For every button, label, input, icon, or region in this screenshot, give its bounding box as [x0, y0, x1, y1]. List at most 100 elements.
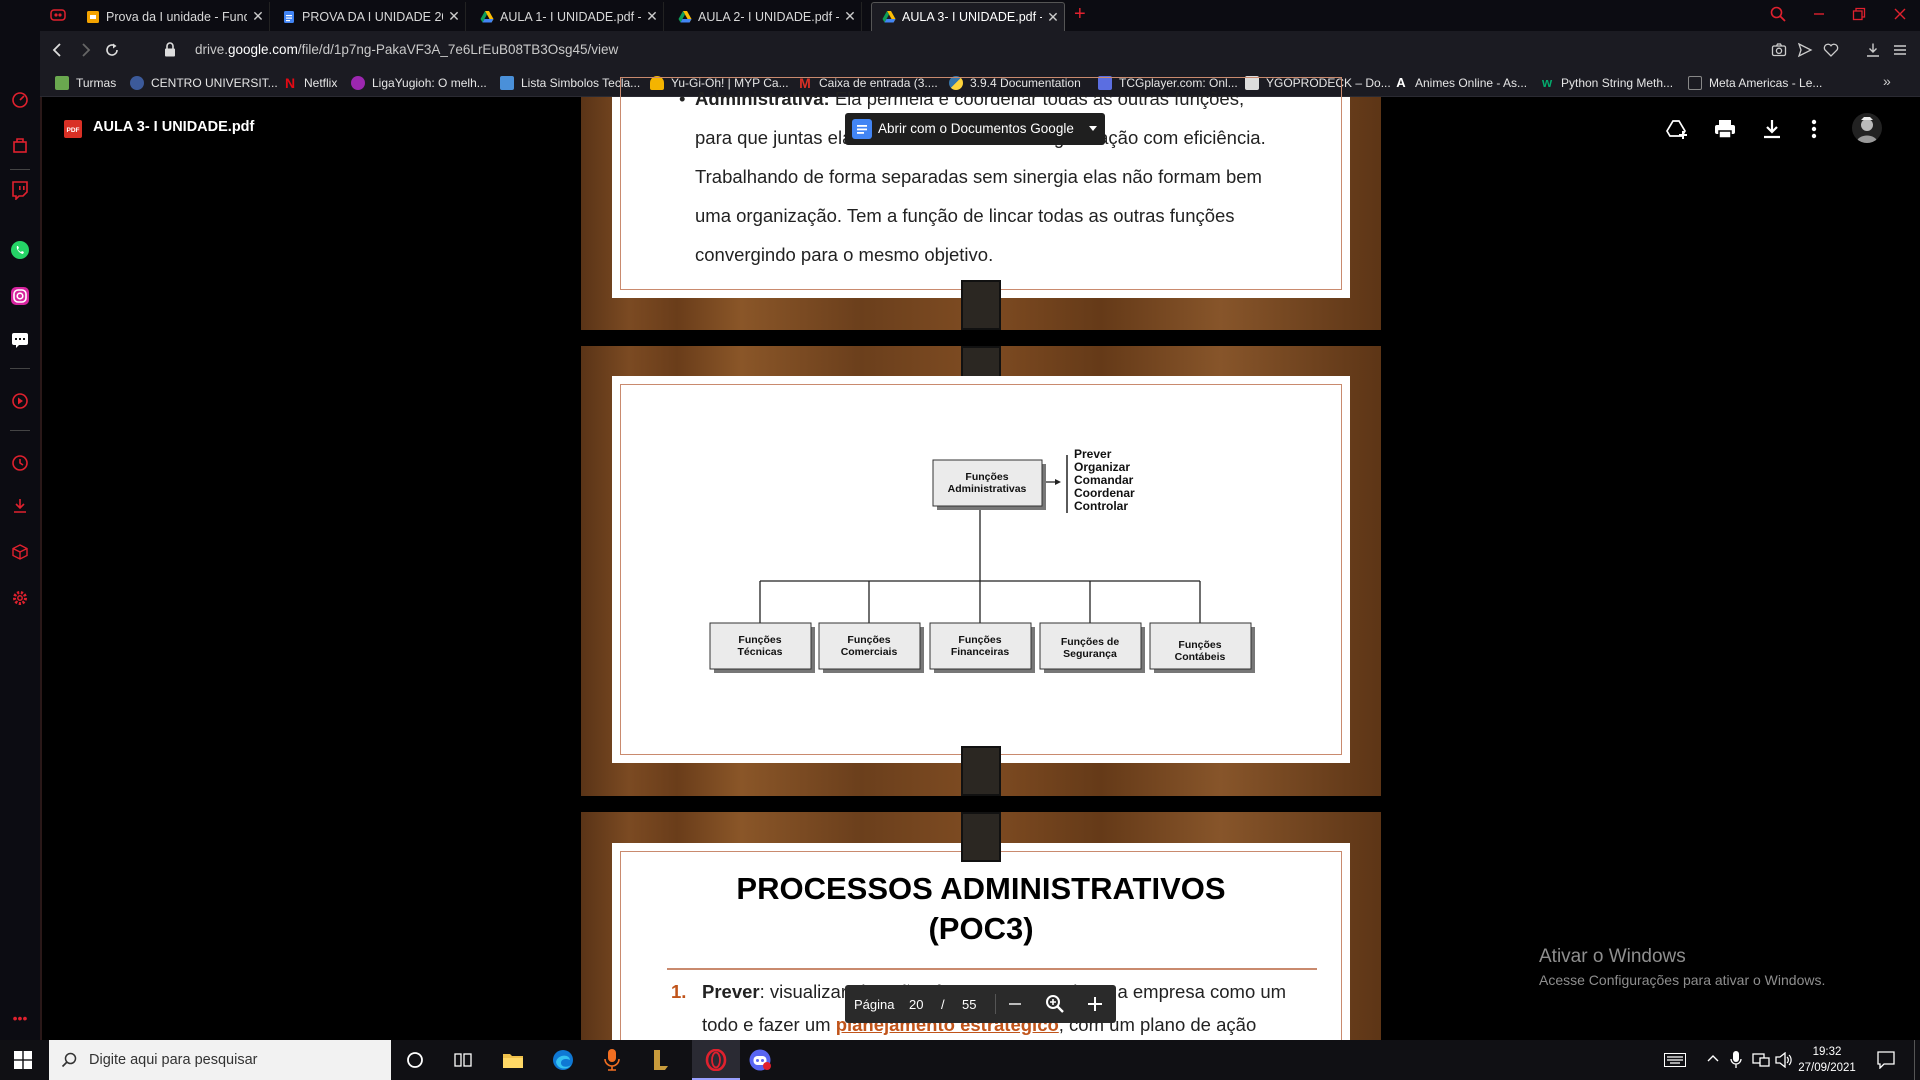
box-funcoes-seguranca: Funções de Segurança — [1039, 622, 1145, 673]
send-flow-icon[interactable] — [1797, 42, 1813, 58]
snapshot-camera-icon[interactable] — [1771, 42, 1787, 58]
avatar[interactable] — [1852, 113, 1882, 143]
bookmark-meta-americas[interactable]: Meta Americas - Le... — [1688, 74, 1822, 92]
animes-a-icon: A — [1396, 75, 1406, 90]
minimize-icon[interactable] — [1812, 7, 1826, 21]
activate-subtitle: Acesse Configurações para ativar o Windo… — [1539, 972, 1826, 988]
drive-icon — [882, 10, 896, 24]
forward-arrow-icon[interactable] — [77, 42, 93, 58]
google-docs-icon — [852, 119, 872, 139]
heart-icon[interactable] — [1823, 42, 1839, 58]
close-tab-icon[interactable]: ✕ — [443, 8, 465, 25]
more-dots-icon[interactable]: ••• — [8, 1006, 32, 1030]
close-window-icon[interactable] — [1893, 7, 1907, 21]
close-tab-icon[interactable]: ✕ — [641, 8, 663, 25]
box-funcoes-administrativas: Funções Administrativas — [932, 459, 1046, 510]
box-label: Contábeis — [1175, 651, 1226, 663]
taskbar-clock[interactable]: 19:32 27/09/2021 — [1792, 1044, 1862, 1076]
page-number-input[interactable]: 20 — [909, 997, 923, 1012]
whatsapp-icon[interactable] — [8, 238, 32, 262]
search-tabs-icon[interactable] — [1770, 6, 1786, 22]
cortana-icon[interactable] — [406, 1051, 424, 1069]
bookmark-turmas[interactable]: Turmas — [55, 74, 116, 92]
close-tab-icon[interactable]: ✕ — [247, 8, 269, 25]
back-arrow-icon[interactable] — [50, 42, 66, 58]
url-prefix: drive. — [195, 42, 229, 57]
list-item: Controlar — [1074, 499, 1128, 513]
bookmark-label: Netflix — [304, 76, 338, 90]
tab-aula-1[interactable]: AULA 1- I UNIDADE.pdf - G ✕ — [470, 2, 664, 31]
opera-taskbar-button[interactable] — [692, 1040, 740, 1080]
restore-icon[interactable] — [1852, 7, 1866, 21]
close-tab-icon[interactable]: ✕ — [1042, 9, 1064, 26]
zoom-in-icon[interactable] — [1086, 995, 1104, 1013]
chevron-up-icon[interactable] — [1707, 1053, 1719, 1065]
podcast-app-icon[interactable] — [604, 1049, 620, 1071]
discord-icon[interactable] — [748, 1049, 772, 1071]
settings-gear-icon[interactable] — [8, 586, 32, 610]
history-icon[interactable] — [8, 451, 32, 475]
print-icon[interactable] — [1714, 119, 1736, 139]
bookmark-centro[interactable]: CENTRO UNIVERSIT... — [130, 74, 278, 92]
keyboard-symbols-icon — [500, 76, 514, 90]
page-separator: / — [941, 997, 945, 1012]
easy-setup-icon[interactable] — [1892, 42, 1908, 58]
bag-icon[interactable] — [8, 133, 32, 157]
show-desktop-button[interactable] — [1914, 1040, 1920, 1080]
player-icon[interactable] — [8, 389, 32, 413]
box-label: Administrativas — [948, 483, 1027, 495]
new-tab-button[interactable]: + — [1074, 3, 1086, 26]
tab-menu-icon[interactable] — [50, 8, 66, 22]
sidebar-edge — [40, 97, 42, 1040]
downloads-icon[interactable] — [8, 494, 32, 518]
keyboard-layout-icon[interactable] — [1664, 1053, 1686, 1067]
url-field[interactable]: drive.google.com/file/d/1p7ng-PakaVF3A_7… — [195, 42, 618, 57]
tab-aula-3[interactable]: AULA 3- I UNIDADE.pdf - G ✕ — [871, 2, 1065, 31]
open-with-google-docs-button[interactable]: Abrir com o Documentos Google — [845, 113, 1105, 145]
network-icon[interactable] — [1752, 1052, 1770, 1068]
url-path: /file/d/1p7ng-PakaVF3A_7e6LrEuB08TB3Osg4… — [297, 42, 619, 57]
tab-prova-docs[interactable]: PROVA DA I UNIDADE 202 ✕ — [272, 2, 466, 31]
caret-down-icon[interactable] — [1088, 121, 1098, 135]
volume-icon[interactable] — [1775, 1052, 1793, 1068]
download-icon[interactable] — [1865, 42, 1881, 58]
twitch-icon[interactable] — [8, 178, 32, 202]
tab-aula-2[interactable]: AULA 2- I UNIDADE.pdf - G ✕ — [668, 2, 862, 31]
add-to-drive-icon[interactable] — [1666, 119, 1688, 139]
tab-prova-slides[interactable]: Prova da I unidade - Funda ✕ — [76, 2, 270, 31]
messenger-icon[interactable] — [8, 328, 32, 352]
zoom-out-icon[interactable] — [1007, 996, 1023, 1012]
clock-date: 27/09/2021 — [1798, 1062, 1856, 1074]
notification-center-icon[interactable] — [1877, 1051, 1895, 1069]
edge-browser-icon[interactable] — [552, 1049, 574, 1071]
league-launcher-icon[interactable] — [652, 1049, 670, 1071]
windows-start-icon[interactable] — [14, 1051, 32, 1069]
instagram-icon[interactable] — [8, 284, 32, 308]
box-label: Funções — [1178, 639, 1221, 651]
classroom-icon — [55, 76, 69, 90]
taskbar-search-box[interactable]: Digite aqui para pesquisar — [49, 1040, 391, 1080]
tab-title: AULA 2- I UNIDADE.pdf - G — [698, 9, 839, 24]
item-term: Prever — [702, 981, 760, 1002]
file-explorer-icon[interactable] — [502, 1050, 524, 1070]
slide-title-line-2: (POC3) — [928, 911, 1034, 946]
bookmark-animes[interactable]: A Animes Online - As... — [1394, 74, 1527, 92]
download-file-icon[interactable] — [1762, 119, 1782, 139]
lock-icon[interactable] — [164, 42, 176, 57]
reload-icon[interactable] — [104, 42, 120, 58]
activate-windows-watermark: Ativar o Windows Acesse Configurações pa… — [1539, 946, 1825, 988]
bookmark-netflix[interactable]: N Netflix — [283, 74, 337, 92]
chevron-more-icon[interactable]: » — [1883, 73, 1891, 89]
task-view-icon[interactable] — [454, 1051, 472, 1069]
zoom-magnifier-icon[interactable] — [1045, 994, 1065, 1014]
bookmark-label: Turmas — [76, 76, 117, 90]
bookmark-w3schools[interactable]: w Python String Meth... — [1540, 74, 1673, 92]
docs-blue-icon — [282, 10, 296, 24]
microphone-icon[interactable] — [1730, 1051, 1742, 1069]
bookmark-ligayugioh[interactable]: LigaYugioh: O melh... — [351, 74, 487, 92]
extensions-icon[interactable] — [8, 540, 32, 564]
box-label: Financeiras — [951, 646, 1010, 658]
more-options-icon[interactable] — [1811, 119, 1817, 139]
speed-dial-icon[interactable] — [8, 88, 32, 112]
close-tab-icon[interactable]: ✕ — [839, 8, 861, 25]
